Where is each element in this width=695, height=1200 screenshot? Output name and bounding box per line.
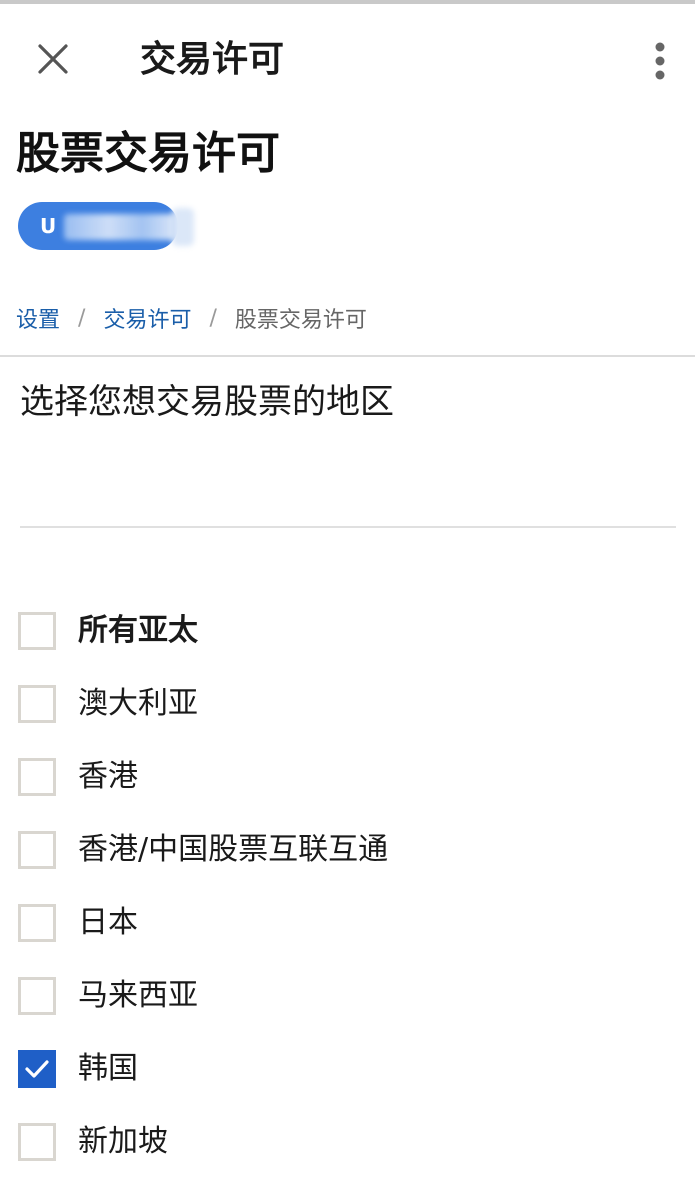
breadcrumb-link-settings[interactable]: 设置 bbox=[16, 302, 60, 334]
region-option-singapore[interactable]: 新加坡 bbox=[18, 1105, 678, 1178]
region-label: 所有亚太 bbox=[78, 612, 198, 648]
account-id-redacted bbox=[64, 214, 176, 240]
region-label: 澳大利亚 bbox=[78, 685, 198, 721]
breadcrumb-current: 股票交易许可 bbox=[234, 308, 367, 333]
top-app-bar: 交易许可 bbox=[0, 4, 695, 112]
checkbox[interactable] bbox=[18, 903, 56, 942]
region-checkbox-list: 所有亚太 澳大利亚 香港 香港/中国股票互联互通 日本 马来西亚 韩国 新加坡 bbox=[18, 594, 678, 1178]
divider bbox=[0, 355, 695, 357]
divider bbox=[20, 526, 676, 528]
region-label: 新加坡 bbox=[78, 1123, 168, 1159]
breadcrumb-separator: / bbox=[78, 305, 86, 331]
region-option-japan[interactable]: 日本 bbox=[18, 886, 678, 959]
checkbox[interactable] bbox=[18, 1122, 56, 1161]
breadcrumb: 设置 / 交易许可 / 股票交易许可 bbox=[16, 302, 367, 334]
close-button[interactable] bbox=[28, 34, 78, 84]
region-option-australia[interactable]: 澳大利亚 bbox=[18, 667, 678, 740]
checkbox[interactable] bbox=[18, 830, 56, 869]
page-title: 股票交易许可 bbox=[16, 128, 280, 179]
region-option-all-asia-pacific[interactable]: 所有亚太 bbox=[18, 594, 678, 667]
section-title: 选择您想交易股票的地区 bbox=[20, 382, 394, 422]
breadcrumb-link-trading-permissions[interactable]: 交易许可 bbox=[103, 302, 191, 334]
region-option-hk-china-stock-connect[interactable]: 香港/中国股票互联互通 bbox=[18, 813, 678, 886]
checkbox[interactable] bbox=[18, 1049, 56, 1088]
region-label: 香港/中国股票互联互通 bbox=[78, 831, 389, 867]
region-label: 马来西亚 bbox=[78, 977, 198, 1013]
checkbox[interactable] bbox=[18, 757, 56, 796]
check-icon bbox=[25, 1059, 49, 1078]
region-option-malaysia[interactable]: 马来西亚 bbox=[18, 959, 678, 1032]
checkbox[interactable] bbox=[18, 976, 56, 1015]
account-badge[interactable]: U bbox=[18, 202, 178, 250]
topbar-title: 交易许可 bbox=[140, 39, 285, 80]
close-icon bbox=[38, 44, 68, 74]
breadcrumb-separator: / bbox=[209, 305, 217, 331]
account-id-redacted-tail bbox=[172, 208, 194, 246]
region-option-korea[interactable]: 韩国 bbox=[18, 1032, 678, 1105]
region-label: 韩国 bbox=[78, 1050, 138, 1086]
checkbox[interactable] bbox=[18, 611, 56, 650]
checkbox[interactable] bbox=[18, 684, 56, 723]
account-id-prefix: U bbox=[40, 214, 57, 238]
more-options-button[interactable] bbox=[638, 36, 682, 86]
region-label: 日本 bbox=[78, 904, 138, 940]
region-label: 香港 bbox=[78, 758, 138, 794]
region-option-hong-kong[interactable]: 香港 bbox=[18, 740, 678, 813]
more-vertical-icon bbox=[655, 42, 665, 80]
